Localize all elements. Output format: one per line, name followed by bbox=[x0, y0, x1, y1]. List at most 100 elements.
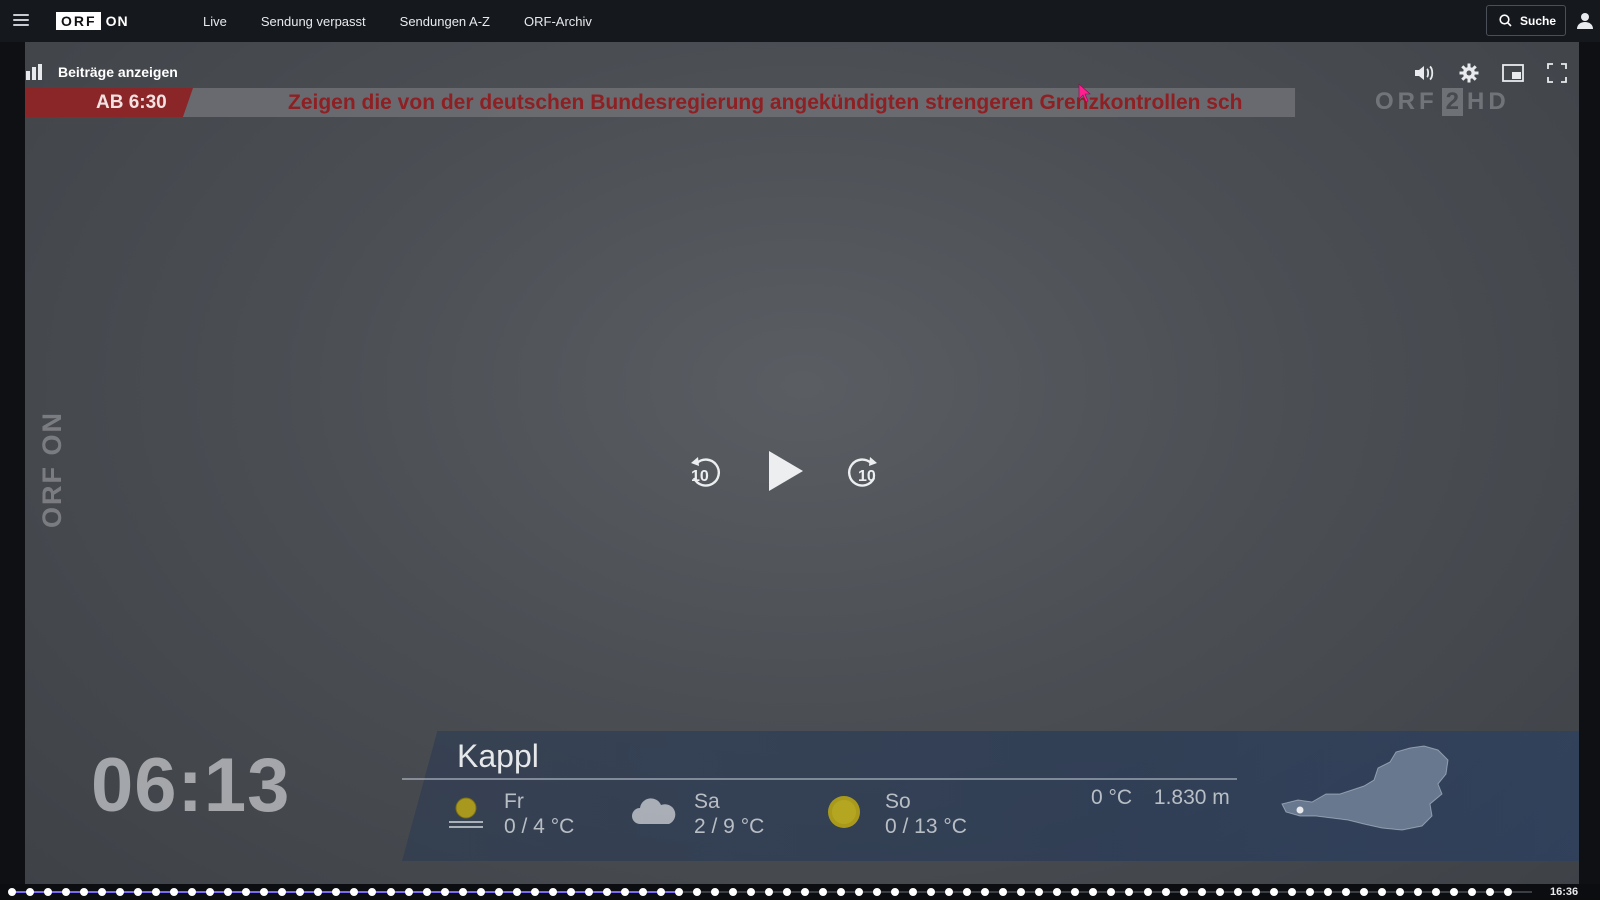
timeline-marker[interactable] bbox=[440, 888, 449, 896]
timeline-marker[interactable] bbox=[116, 888, 125, 896]
timeline-marker[interactable] bbox=[1089, 888, 1098, 896]
timeline-marker[interactable] bbox=[1359, 888, 1368, 896]
timeline-marker[interactable] bbox=[1467, 888, 1476, 896]
timeline-marker[interactable] bbox=[1413, 888, 1422, 896]
timeline-marker[interactable] bbox=[494, 888, 503, 896]
timeline-marker[interactable] bbox=[170, 888, 179, 896]
nav-sendung-verpasst[interactable]: Sendung verpasst bbox=[261, 14, 366, 29]
timeline-marker[interactable] bbox=[134, 888, 143, 896]
timeline-marker[interactable] bbox=[1431, 888, 1440, 896]
timeline-marker[interactable] bbox=[1341, 888, 1350, 896]
timeline-marker[interactable] bbox=[909, 888, 918, 896]
timeline-marker[interactable] bbox=[44, 888, 53, 896]
timeline-marker[interactable] bbox=[1485, 888, 1494, 896]
timeline-marker[interactable] bbox=[1504, 888, 1512, 896]
timeline-marker[interactable] bbox=[1323, 888, 1332, 896]
nav-sendungen-a-z[interactable]: Sendungen A-Z bbox=[400, 14, 490, 29]
picture-in-picture-icon[interactable] bbox=[1501, 62, 1525, 84]
timeline-marker[interactable] bbox=[314, 888, 323, 896]
timeline-marker[interactable] bbox=[404, 888, 413, 896]
timeline-marker[interactable] bbox=[386, 888, 395, 896]
timeline-marker[interactable] bbox=[674, 888, 683, 896]
timeline-marker[interactable] bbox=[242, 888, 251, 896]
nav-live[interactable]: Live bbox=[203, 14, 227, 29]
video-player[interactable]: Beiträge anzeigen AB 6:30 Zeigen die von… bbox=[25, 42, 1579, 900]
forward-10-button[interactable]: 10 bbox=[844, 453, 880, 489]
timeline-marker[interactable] bbox=[80, 888, 89, 896]
timeline-marker[interactable] bbox=[350, 888, 359, 896]
timeline-marker[interactable] bbox=[1251, 888, 1260, 896]
timeline-marker[interactable] bbox=[332, 888, 341, 896]
timeline-marker[interactable] bbox=[1143, 888, 1152, 896]
rewind-10-button[interactable]: 10 bbox=[688, 453, 724, 489]
volume-icon[interactable] bbox=[1413, 62, 1437, 84]
timeline-marker[interactable] bbox=[1179, 888, 1188, 896]
timeline-marker[interactable] bbox=[602, 888, 611, 896]
timeline-marker[interactable] bbox=[206, 888, 215, 896]
timeline-marker[interactable] bbox=[927, 888, 936, 896]
timeline-marker[interactable] bbox=[819, 888, 828, 896]
timeline-marker[interactable] bbox=[26, 888, 35, 896]
timeline-marker[interactable] bbox=[692, 888, 701, 896]
timeline-marker[interactable] bbox=[1161, 888, 1170, 896]
nav-orf-archiv[interactable]: ORF-Archiv bbox=[524, 14, 592, 29]
timeline-marker[interactable] bbox=[1053, 888, 1062, 896]
timeline-marker[interactable] bbox=[1233, 888, 1242, 896]
timeline-marker[interactable] bbox=[638, 888, 647, 896]
timeline-marker[interactable] bbox=[801, 888, 810, 896]
timeline-marker[interactable] bbox=[260, 888, 269, 896]
timeline-marker[interactable] bbox=[1287, 888, 1296, 896]
timeline-marker[interactable] bbox=[98, 888, 107, 896]
timeline-marker[interactable] bbox=[891, 888, 900, 896]
timeline-marker[interactable] bbox=[1395, 888, 1404, 896]
timeline-marker[interactable] bbox=[62, 888, 71, 896]
timeline-marker[interactable] bbox=[963, 888, 972, 896]
play-button[interactable] bbox=[767, 449, 805, 493]
timeline-marker[interactable] bbox=[1305, 888, 1314, 896]
timeline-marker[interactable] bbox=[728, 888, 737, 896]
timeline-marker[interactable] bbox=[422, 888, 431, 896]
timeline-marker[interactable] bbox=[873, 888, 882, 896]
timeline-marker[interactable] bbox=[368, 888, 377, 896]
timeline-marker[interactable] bbox=[746, 888, 755, 896]
orf-on-logo[interactable]: ORF ON bbox=[56, 12, 129, 30]
timeline-marker[interactable] bbox=[224, 888, 233, 896]
hamburger-menu-icon[interactable] bbox=[13, 14, 29, 27]
timeline-marker[interactable] bbox=[476, 888, 485, 896]
timeline-marker[interactable] bbox=[1197, 888, 1206, 896]
timeline-marker[interactable] bbox=[1377, 888, 1386, 896]
timeline-marker[interactable] bbox=[999, 888, 1008, 896]
timeline-marker[interactable] bbox=[548, 888, 557, 896]
settings-icon[interactable] bbox=[1457, 62, 1481, 84]
timeline-marker[interactable] bbox=[296, 888, 305, 896]
timeline-marker[interactable] bbox=[710, 888, 719, 896]
timeline-marker[interactable] bbox=[1215, 888, 1224, 896]
timeline-marker[interactable] bbox=[530, 888, 539, 896]
show-segments-button[interactable]: Beiträge anzeigen bbox=[26, 64, 178, 80]
timeline-marker[interactable] bbox=[1071, 888, 1080, 896]
timeline-marker[interactable] bbox=[1035, 888, 1044, 896]
search-button[interactable]: Suche bbox=[1486, 5, 1566, 36]
timeline-marker[interactable] bbox=[584, 888, 593, 896]
timeline-marker[interactable] bbox=[837, 888, 846, 896]
user-account-icon[interactable] bbox=[1577, 12, 1593, 30]
timeline-marker[interactable] bbox=[458, 888, 467, 896]
timeline-marker[interactable] bbox=[656, 888, 665, 896]
timeline-marker[interactable] bbox=[783, 888, 792, 896]
timeline-bar[interactable]: 16:36 bbox=[0, 884, 1600, 900]
timeline-marker[interactable] bbox=[512, 888, 521, 896]
fullscreen-icon[interactable] bbox=[1545, 62, 1569, 84]
timeline-marker[interactable] bbox=[1449, 888, 1458, 896]
timeline-marker[interactable] bbox=[620, 888, 629, 896]
timeline-marker[interactable] bbox=[945, 888, 954, 896]
timeline-marker[interactable] bbox=[765, 888, 773, 896]
timeline-marker[interactable] bbox=[8, 888, 16, 896]
timeline-marker[interactable] bbox=[981, 888, 990, 896]
timeline-marker[interactable] bbox=[278, 888, 287, 896]
timeline-marker[interactable] bbox=[855, 888, 864, 896]
timeline-marker[interactable] bbox=[152, 888, 161, 896]
timeline-marker[interactable] bbox=[1017, 888, 1026, 896]
timeline-marker[interactable] bbox=[1107, 888, 1116, 896]
timeline-marker[interactable] bbox=[1125, 888, 1134, 896]
timeline-marker[interactable] bbox=[566, 888, 575, 896]
